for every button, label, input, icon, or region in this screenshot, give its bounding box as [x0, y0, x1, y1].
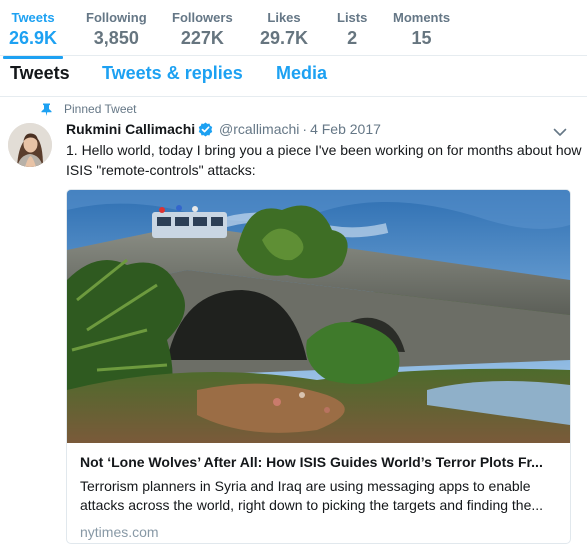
avatar[interactable]	[8, 123, 52, 167]
stat-tweets[interactable]: Tweets 26.9K	[2, 10, 64, 59]
link-card[interactable]: Not ‘Lone Wolves’ After All: How ISIS Gu…	[66, 189, 571, 544]
stat-likes[interactable]: Likes 29.7K	[260, 10, 308, 49]
stat-following-value: 3,850	[93, 28, 139, 48]
tweet-menu-button[interactable]	[553, 124, 573, 138]
stat-tweets-label: Tweets	[11, 10, 55, 25]
stat-likes-label: Likes	[267, 10, 301, 25]
card-domain: nytimes.com	[80, 524, 159, 540]
stat-lists-label: Lists	[337, 10, 368, 25]
author-username[interactable]: @rcallimachi	[219, 121, 299, 137]
stat-followers[interactable]: Followers 227K	[172, 10, 233, 49]
stat-following-label: Following	[86, 10, 147, 25]
card-title: Not ‘Lone Wolves’ After All: How ISIS Gu…	[80, 454, 543, 470]
pinned-indicator: Pinned Tweet	[41, 102, 137, 116]
stat-moments-value: 15	[411, 28, 432, 48]
stat-likes-value: 29.7K	[260, 28, 309, 48]
card-image	[67, 190, 570, 443]
stat-lists-value: 2	[347, 28, 358, 48]
verified-badge-icon	[198, 122, 213, 141]
header-separator: ·	[302, 121, 308, 137]
tweet-text: 1. Hello world, today I bring you a piec…	[66, 142, 582, 178]
stat-moments[interactable]: Moments 15	[393, 10, 450, 49]
profile-stats-bar: Tweets 26.9K Following 3,850 Followers 2…	[0, 0, 587, 59]
author-fullname[interactable]: Rukmini Callimachi	[66, 121, 195, 137]
card-body: Not ‘Lone Wolves’ After All: How ISIS Gu…	[67, 443, 570, 541]
stat-tweets-value: 26.9K	[9, 28, 58, 48]
chevron-down-icon	[553, 124, 567, 141]
pin-icon	[41, 103, 52, 116]
pinned-tweet[interactable]: Pinned Tweet Rukmini Callimachi @rcallim…	[0, 98, 587, 555]
tweet-timestamp[interactable]: 4 Feb 2017	[310, 121, 381, 137]
stat-followers-label: Followers	[172, 10, 233, 25]
tweet-header: Rukmini Callimachi @rcallimachi · 4 Feb 20…	[66, 120, 381, 138]
stat-lists[interactable]: Lists 2	[337, 10, 367, 49]
stat-moments-label: Moments	[393, 10, 451, 25]
stat-followers-value: 227K	[180, 28, 224, 48]
pinned-label: Pinned Tweet	[64, 102, 137, 116]
card-description: Terrorism planners in Syria and Iraq are…	[80, 478, 544, 513]
timeline-tabs: Tweets Tweets & replies Media	[0, 57, 587, 97]
tab-tweets-and-replies[interactable]: Tweets & replies	[102, 63, 243, 84]
tab-tweets[interactable]: Tweets	[10, 63, 70, 84]
tab-media[interactable]: Media	[276, 63, 327, 84]
stat-following[interactable]: Following 3,850	[86, 10, 147, 49]
